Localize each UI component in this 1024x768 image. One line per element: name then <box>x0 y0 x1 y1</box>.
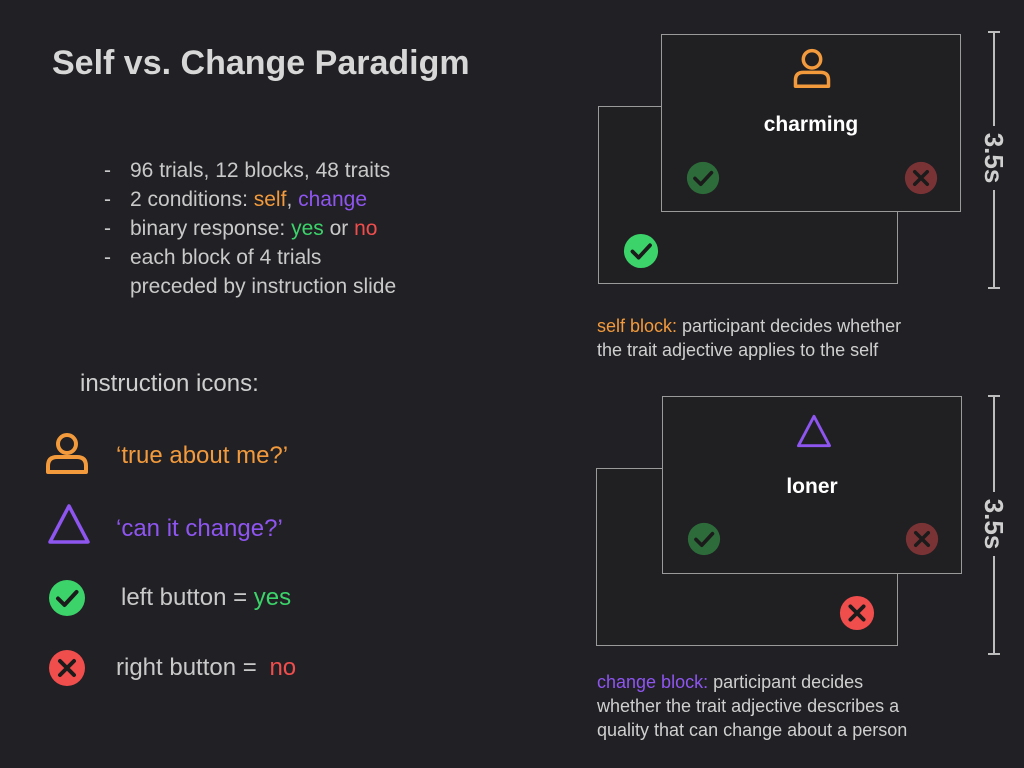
bullet-dash: - <box>104 246 111 269</box>
bullet-separator: , <box>286 188 299 211</box>
caption-text: quality that can change about a person <box>597 720 908 740</box>
bullet-conditions: - 2 conditions: self, change <box>104 185 396 214</box>
triangle-icon <box>48 504 90 544</box>
page-title: Self vs. Change Paradigm <box>52 44 470 82</box>
x-circle-icon <box>839 595 875 631</box>
self-trait-word: charming <box>763 113 859 136</box>
self-front-slide: charming <box>661 34 961 212</box>
no-response-label: no <box>354 217 378 240</box>
self-block-caption: self block: participant decides whether … <box>597 314 977 362</box>
caption-text: participant decides <box>708 672 864 692</box>
person-icon <box>46 433 88 474</box>
bullet-text: binary response: <box>130 217 292 240</box>
bullet-dash: - <box>104 188 111 211</box>
bullet-text: preceded by instruction slide <box>130 275 397 298</box>
check-circle-icon <box>686 161 720 195</box>
change-block-caption-label: change block: <box>597 672 709 692</box>
bullet-dash: - <box>104 217 111 240</box>
change-block-caption: change block: participant decides whethe… <box>597 670 997 742</box>
bullet-text: 96 trials, 12 blocks, 48 traits <box>130 159 391 182</box>
right-button-legend: right button = no <box>116 654 296 682</box>
person-icon <box>793 48 831 88</box>
instruction-icons-heading: instruction icons: <box>80 370 259 397</box>
bullet-separator: or <box>323 217 355 240</box>
yes-response-label: yes <box>291 217 324 240</box>
change-condition-label: change <box>298 188 368 211</box>
self-block-caption-label: self block: <box>597 316 678 336</box>
change-prompt-label: ‘can it change?’ <box>116 515 283 542</box>
bullet-dash: - <box>104 159 111 182</box>
paradigm-bullet-list: - 96 trials, 12 blocks, 48 traits - 2 co… <box>104 156 396 301</box>
caption-text: whether the trait adjective describes a <box>597 696 900 716</box>
check-circle-icon <box>687 522 721 556</box>
left-button-legend: left button = yes <box>121 584 291 612</box>
caption-text: the trait adjective applies to the self <box>597 340 879 360</box>
x-circle-icon <box>904 161 938 195</box>
bullet-trials: - 96 trials, 12 blocks, 48 traits <box>104 156 396 185</box>
x-circle-icon <box>49 650 85 686</box>
self-prompt-label: ‘true about me?’ <box>116 442 289 469</box>
triangle-icon <box>797 414 831 448</box>
check-circle-icon <box>49 580 85 616</box>
bullet-text: each block of 4 trials <box>130 246 322 269</box>
left-button-value: yes <box>253 584 292 611</box>
bullet-response: - binary response: yes or no <box>104 214 396 243</box>
right-button-label: right button = <box>116 654 264 681</box>
change-trait-word: loner <box>786 475 838 498</box>
check-circle-icon <box>623 233 659 269</box>
bullet-blocks: - each block of 4 trials preceded by ins… <box>104 243 396 301</box>
self-timing-label: 3.5s <box>976 126 1012 190</box>
caption-text: participant decides whether <box>677 316 902 336</box>
self-condition-label: self <box>253 188 287 211</box>
change-front-slide: loner <box>662 396 962 574</box>
change-timing-label: 3.5s <box>976 492 1012 556</box>
right-button-value: no <box>269 654 297 681</box>
x-circle-icon <box>905 522 939 556</box>
bullet-text: 2 conditions: <box>130 188 254 211</box>
left-button-label: left button = <box>121 584 254 611</box>
